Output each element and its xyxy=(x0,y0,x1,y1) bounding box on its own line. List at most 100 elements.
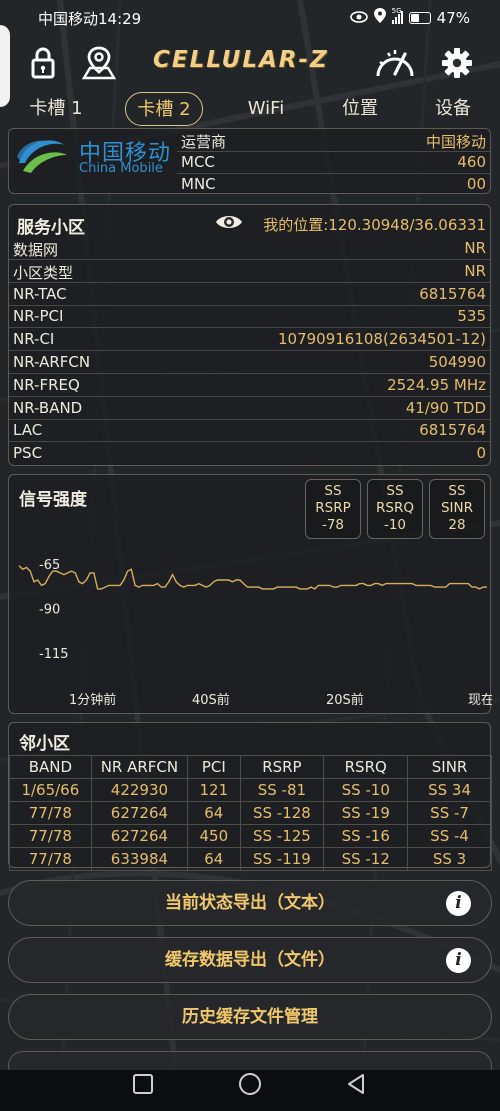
table-row[interactable]: 1/65/66 422930 121 SS -81 SS -10 SS 34 xyxy=(9,778,492,802)
tab-device[interactable]: 设备 xyxy=(423,92,483,126)
info-icon[interactable]: i xyxy=(446,948,471,973)
status-bar: 中国移动14:29 5G 47% xyxy=(0,0,500,36)
app-logo: CELLULAR-Z xyxy=(153,47,329,73)
neighbor-table: BAND NR ARFCN PCI RSRP RSRQ SINR 1/65/66 42293… xyxy=(9,755,492,871)
row-key: NR-CI xyxy=(13,330,55,349)
serving-cell-title: 服务小区 xyxy=(17,218,85,238)
table-cell: 77/78 xyxy=(9,801,92,825)
row-value: 10790916108(2634501-12) xyxy=(278,330,486,349)
row-value: 41/90 TDD xyxy=(405,398,486,417)
back-icon[interactable] xyxy=(345,1073,367,1099)
row-key: LAC xyxy=(13,421,43,440)
table-cell: SS -19 xyxy=(323,801,409,825)
visibility-eye-icon[interactable] xyxy=(215,212,243,236)
serving-cell-row: PSC 0 xyxy=(9,442,490,465)
tab-slot-1[interactable]: 卡槽 1 xyxy=(14,92,98,126)
row-key: MNC xyxy=(181,175,216,193)
serving-cell-row: 小区类型 NR xyxy=(9,260,490,283)
row-key: 小区类型 xyxy=(13,263,74,282)
table-cell: SS -16 xyxy=(323,824,409,848)
signal-strength-panel: 信号强度 SS RSRP -78 SS RSRQ -10 SS SINR 28 … xyxy=(8,474,492,714)
serving-cell-row: LAC 6815764 xyxy=(9,419,490,443)
signal-strength-icon: 5G xyxy=(391,7,403,24)
row-key: NR-ARFCN xyxy=(13,353,91,371)
gauge-icon[interactable] xyxy=(374,44,414,82)
signal-chart: -65-90-1151分钟前 40S前 20S前 现在 xyxy=(18,558,492,708)
row-value: NR xyxy=(464,239,486,257)
row-key: NR-PCI xyxy=(13,307,64,326)
table-cell: SS -7 xyxy=(407,801,492,825)
x-tick-label: 40S前 xyxy=(192,692,230,708)
table-cell: SS -128 xyxy=(239,801,325,825)
my-location: 我的位置:120.30948/36.06331 xyxy=(263,216,486,234)
row-value: 0 xyxy=(476,444,486,463)
info-icon[interactable]: i xyxy=(446,891,471,916)
column-header: BAND xyxy=(9,755,92,779)
row-key: NR-FREQ xyxy=(13,375,80,394)
row-key: NR-TAC xyxy=(13,284,67,303)
table-cell: 64 xyxy=(187,801,241,825)
table-row[interactable]: 77/78 627264 450 SS -125 SS -16 SS -4 xyxy=(9,824,492,848)
table-row[interactable]: 77/78 633984 64 SS -119 SS -12 SS 3 xyxy=(9,847,492,871)
export-status-text-button[interactable]: 当前状态导出（文本） i xyxy=(8,880,492,926)
tab-wifi[interactable]: WiFi xyxy=(236,92,296,126)
recent-apps-icon[interactable] xyxy=(132,1073,154,1099)
button-label: 缓存数据导出（文件） xyxy=(165,950,335,970)
tab-slot-2[interactable]: 卡槽 2 xyxy=(125,92,203,126)
serving-cell-row: NR-FREQ 2524.95 MHz xyxy=(9,374,490,397)
location-pin-icon[interactable] xyxy=(80,44,118,82)
neighbor-title: 邻小区 xyxy=(19,734,70,754)
rsrp-series-line xyxy=(18,565,487,590)
table-cell: SS 3 xyxy=(407,847,492,871)
table-cell: SS 34 xyxy=(407,778,492,802)
serving-cell-row: NR-BAND 41/90 TDD xyxy=(9,397,490,420)
table-header-row: BAND NR ARFCN PCI RSRP RSRQ SINR xyxy=(9,755,492,779)
home-icon[interactable] xyxy=(238,1072,262,1100)
tab-bar: 卡槽 1 卡槽 2 WiFi 位置 设备 xyxy=(0,92,500,128)
app-header: CELLULAR-Z xyxy=(0,25,500,107)
table-cell: SS -4 xyxy=(407,824,492,848)
lock-icon[interactable] xyxy=(24,44,62,82)
row-value: 中国移动 xyxy=(425,133,486,151)
serving-cell-row: 数据网 NR xyxy=(9,237,490,260)
table-cell: 64 xyxy=(187,847,241,871)
row-value: 460 xyxy=(457,153,486,171)
x-tick-label: 现在 xyxy=(468,693,492,708)
column-header: NR ARFCN xyxy=(90,755,189,779)
row-key: NR-BAND xyxy=(13,398,83,417)
serving-cell-panel: 服务小区 我的位置:120.30948/36.06331 数据网 NR 小区类型 NR… xyxy=(8,204,491,466)
carrier-row: MCC 460 xyxy=(177,151,490,174)
table-cell: SS -12 xyxy=(323,847,409,871)
china-mobile-logo: 中国移动 China Mobile xyxy=(15,133,175,178)
tab-location[interactable]: 位置 xyxy=(330,92,390,126)
table-row[interactable]: 77/78 627264 64 SS -128 SS -19 SS -7 xyxy=(9,801,492,825)
export-cache-file-button[interactable]: 缓存数据导出（文件） i xyxy=(8,937,492,983)
row-value: 2524.95 MHz xyxy=(387,375,486,394)
row-value: 535 xyxy=(457,307,486,326)
button-label: 当前状态导出（文本） xyxy=(165,893,335,913)
column-header: SINR xyxy=(407,755,492,779)
neighbor-cells-panel: 邻小区 BAND NR ARFCN PCI RSRP RSRQ SINR 1/65/66 4… xyxy=(8,722,492,871)
table-cell: SS -119 xyxy=(239,847,325,871)
table-cell: 633984 xyxy=(90,847,189,871)
network-type-badge: 5G xyxy=(391,7,402,15)
row-key: PSC xyxy=(13,444,43,463)
table-cell: 627264 xyxy=(90,824,189,848)
table-cell: 77/78 xyxy=(9,824,92,848)
battery-percent: 47% xyxy=(436,8,470,27)
row-value: 504990 xyxy=(428,353,486,371)
column-header: RSRP xyxy=(239,755,325,779)
row-value: 6815764 xyxy=(419,421,486,440)
serving-cell-row: NR-PCI 535 xyxy=(9,305,490,329)
y-tick-label: -115 xyxy=(39,647,69,662)
x-tick-label: 20S前 xyxy=(326,692,364,708)
gear-icon[interactable] xyxy=(438,44,476,82)
table-cell: 450 xyxy=(187,824,241,848)
serving-cell-row: NR-ARFCN 504990 xyxy=(9,351,490,374)
carrier-panel: 中国移动 China Mobile 运营商 中国移动 MCC 460 MNC 0… xyxy=(8,128,491,194)
table-cell: SS -81 xyxy=(239,778,325,802)
history-cache-button[interactable]: 历史缓存文件管理 xyxy=(8,994,492,1040)
column-header: PCI xyxy=(187,755,241,779)
location-icon xyxy=(373,8,386,27)
row-value: NR xyxy=(464,261,486,280)
